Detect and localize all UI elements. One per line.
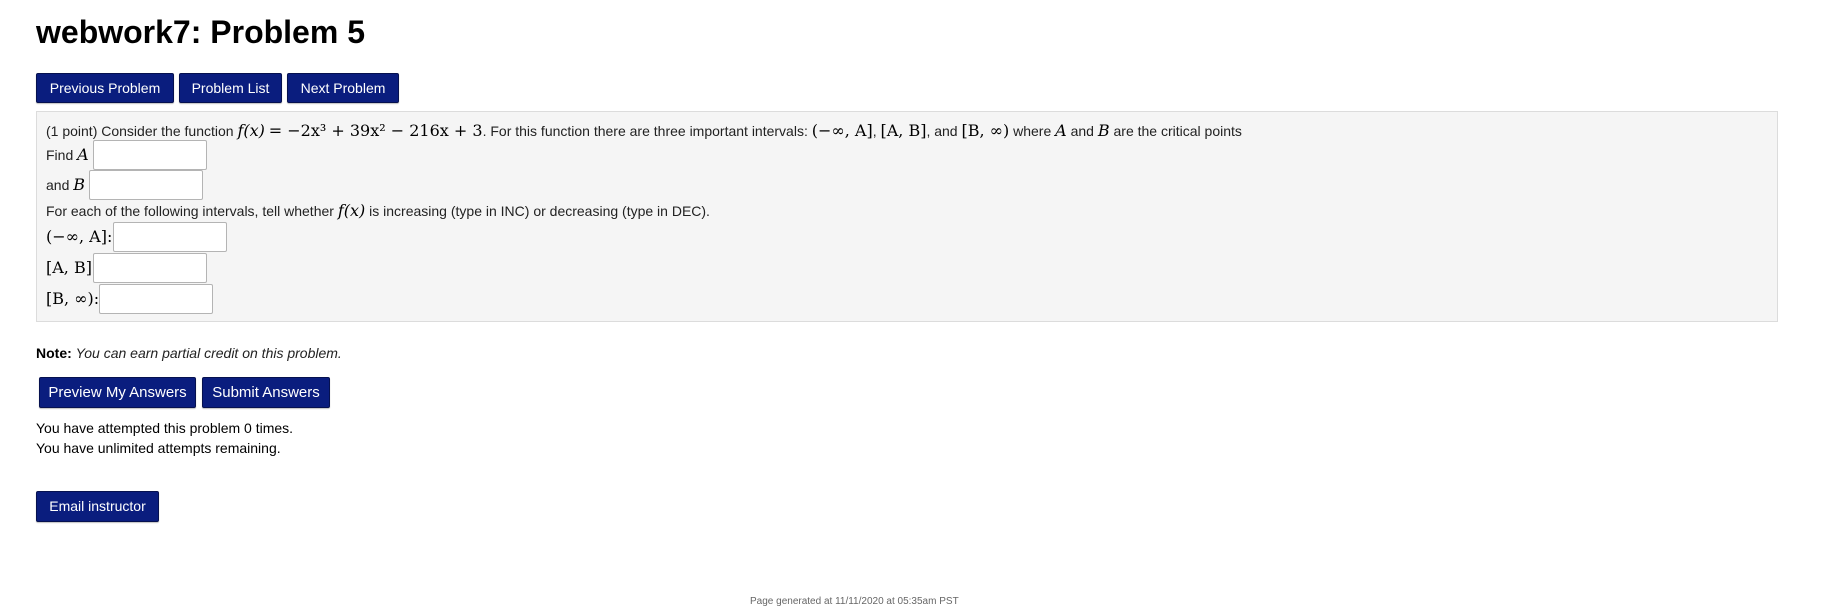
submit-answers-button[interactable]: Submit Answers [202, 377, 330, 408]
attempts-text: You have attempted this problem 0 times. [36, 420, 294, 436]
problem-intro-and2: and [1070, 123, 1094, 139]
previous-problem-button[interactable]: Previous Problem [36, 73, 174, 103]
instruction-post: is increasing (type in INC) or decreasin… [369, 203, 710, 219]
problem-body: (1 point) Consider the function f(x) = −… [36, 111, 1778, 322]
and-b-row: and B [46, 175, 85, 194]
find-a-var: A [77, 145, 89, 164]
function-name: f(x) [237, 121, 265, 140]
note-text: You can earn partial credit on this prob… [75, 345, 342, 361]
webwork-page: webwork7: Problem 5 Previous Problem Pro… [0, 0, 1833, 607]
interval-3-input[interactable] [99, 284, 213, 314]
answer-b-input[interactable] [89, 170, 203, 200]
interval-1-input[interactable] [113, 222, 227, 252]
problem-intro-end: are the critical points [1113, 123, 1242, 139]
var-a: A [1055, 121, 1067, 140]
and-b-label: and [46, 177, 70, 193]
find-a-row: Find A [46, 145, 89, 164]
find-a-label: Find [46, 147, 74, 163]
interval-3-label: [B, ∞): [46, 289, 100, 308]
problem-intro-where: where [1013, 123, 1052, 139]
page-generated-footer: Page generated at 11/11/2020 at 05:35am … [750, 596, 959, 607]
interval-3-math: [B, ∞) [961, 121, 1010, 140]
preview-answers-button[interactable]: Preview My Answers [39, 377, 196, 408]
remaining-attempts-text: You have unlimited attempts remaining. [36, 440, 281, 456]
instruction-row: For each of the following intervals, tel… [46, 201, 710, 220]
problem-list-button[interactable]: Problem List [179, 73, 282, 103]
instruction-function: f(x) [337, 201, 366, 220]
var-b: B [1097, 121, 1110, 140]
answer-a-input[interactable] [93, 140, 207, 170]
instruction-pre: For each of the following intervals, tel… [46, 203, 334, 219]
interval-1-label: (−∞, A]: [46, 227, 113, 246]
partial-credit-note: Note: You can earn partial credit on thi… [36, 345, 342, 361]
problem-intro-text: (1 point) Consider the function [46, 123, 234, 139]
problem-intro-and: , and [926, 123, 958, 139]
email-instructor-button[interactable]: Email instructor [36, 491, 159, 522]
and-b-var: B [73, 175, 86, 194]
next-problem-button[interactable]: Next Problem [287, 73, 399, 103]
function-expression: = −2x³ + 39x² − 216x + 3 [268, 121, 483, 140]
interval-1-math: (−∞, A] [811, 121, 873, 140]
interval-2-math: [A, B] [880, 121, 927, 140]
interval-2-label: [A, B]: [46, 258, 98, 277]
note-label: Note: [36, 345, 72, 361]
interval-2-input[interactable] [93, 253, 207, 283]
problem-statement: (1 point) Consider the function f(x) = −… [46, 121, 1242, 140]
page-title: webwork7: Problem 5 [36, 14, 365, 50]
problem-intro-mid: . For this function there are three impo… [482, 123, 808, 139]
